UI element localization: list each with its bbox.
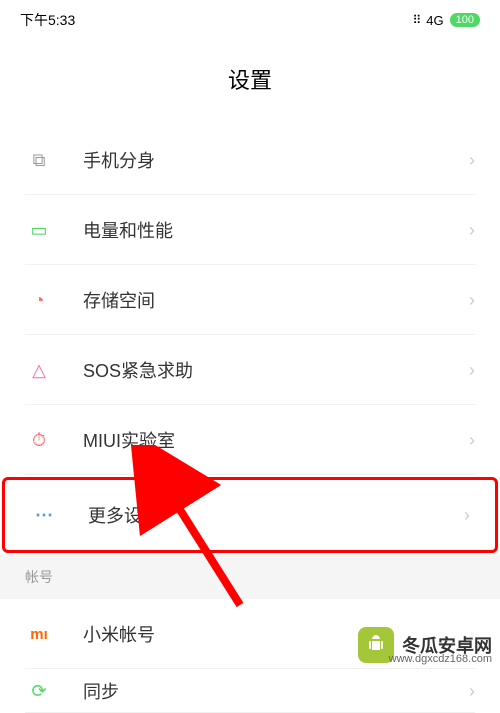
settings-item-battery[interactable]: ▭ 电量和性能 › [0,195,500,265]
status-right: ⠿ 4G 100 [413,13,481,28]
chevron-right-icon: › [469,290,475,311]
settings-item-phone-clone[interactable]: ⧉ 手机分身 › [0,125,500,195]
mi-logo-icon: mı [25,622,53,646]
chevron-right-icon: › [469,150,475,171]
sync-icon: ⟳ [25,679,53,703]
status-bar: 下午5:33 ⠿ 4G 100 [0,0,500,38]
chevron-right-icon: › [464,505,470,526]
watermark-url: www.dgxcdz168.com [389,653,492,665]
settings-item-miui-lab[interactable]: ⏱ MIUI实验室 › [0,405,500,475]
page-title: 设置 [0,38,500,125]
item-label: 同步 [83,678,469,704]
chevron-right-icon: › [469,681,475,702]
item-label: SOS紧急求助 [83,357,469,383]
item-label: 电量和性能 [83,217,469,243]
settings-item-sync[interactable]: ⟳ 同步 › [0,669,500,713]
settings-item-sos[interactable]: △ SOS紧急求助 › [0,335,500,405]
battery-perf-icon: ▭ [25,218,53,242]
network-label: 4G [426,13,443,28]
settings-item-storage[interactable]: ◔ 存储空间 › [0,265,500,335]
chevron-right-icon: › [469,430,475,451]
item-label: 更多设置 [88,502,464,528]
clone-icon: ⧉ [25,148,53,172]
section-header-account: 帐号 [0,555,500,599]
sos-icon: △ [25,358,53,382]
lab-icon: ⏱ [25,428,53,452]
settings-item-more[interactable]: ⋯ 更多设置 › [5,480,495,550]
item-label: 手机分身 [83,147,469,173]
battery-icon: 100 [450,13,480,27]
more-icon: ⋯ [30,503,58,527]
status-time: 下午5:33 [20,10,75,30]
chevron-right-icon: › [469,360,475,381]
item-label: MIUI实验室 [83,427,469,453]
chevron-right-icon: › [469,220,475,241]
highlight-annotation: ⋯ 更多设置 › [2,477,498,553]
storage-icon: ◔ [25,288,53,312]
signal-icon: ⠿ [413,13,421,27]
item-label: 存储空间 [83,287,469,313]
